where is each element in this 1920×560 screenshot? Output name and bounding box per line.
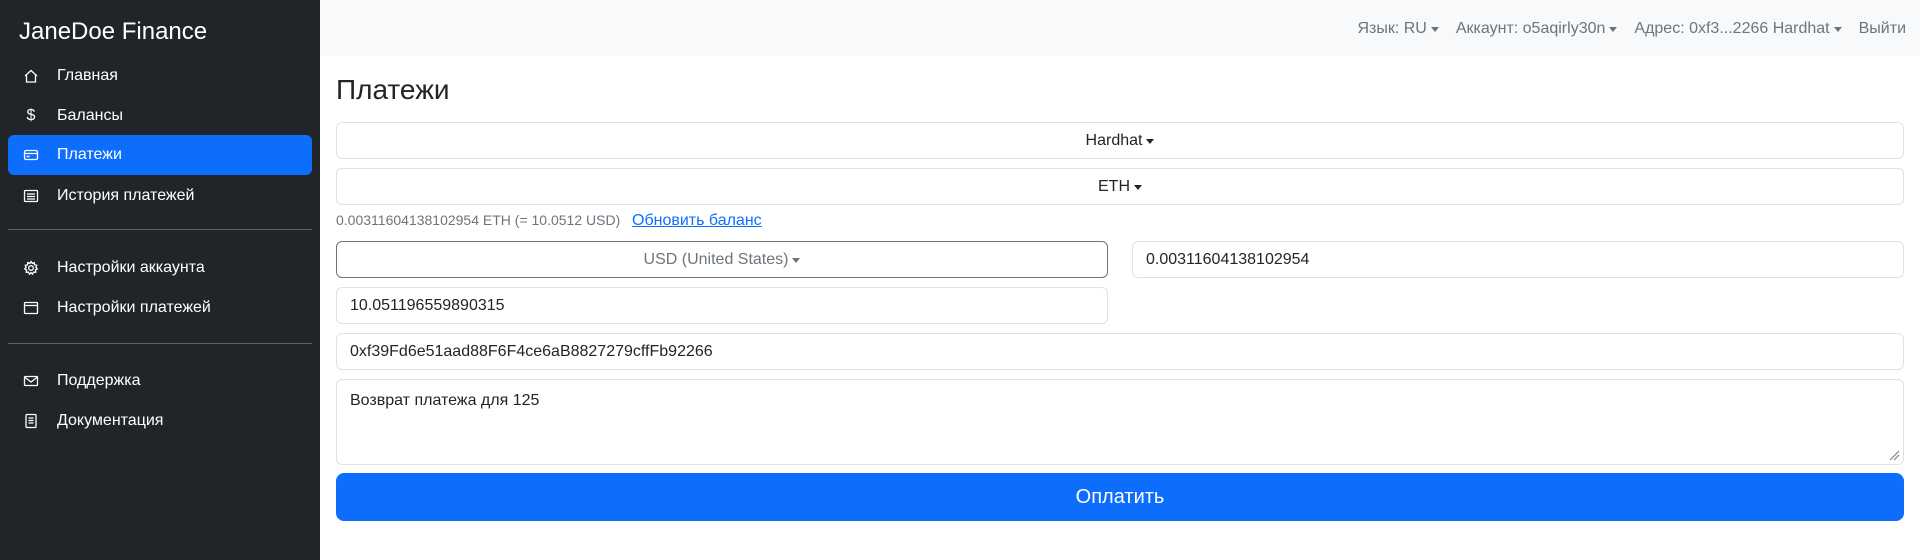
chevron-down-icon (792, 257, 801, 263)
fiat-amount-input[interactable]: 10.051196559890315 (336, 287, 1108, 324)
currency-select-value: USD (United States) (643, 250, 789, 268)
sidebar-item-payment-settings[interactable]: Настройки платежей (8, 288, 312, 328)
chevron-down-icon (1146, 138, 1155, 144)
sidebar-item-balances[interactable]: $ Балансы (8, 96, 312, 136)
top-menu: Язык: RU Аккаунт: o5aqirly30n Адрес: 0xf… (1357, 20, 1906, 38)
window-icon (22, 299, 40, 317)
sidebar: JaneDoe Finance Главная $ Балансы Платеж… (0, 0, 320, 560)
resize-handle-icon[interactable] (1888, 449, 1900, 461)
chevron-down-icon (1134, 184, 1142, 190)
sidebar-item-payments[interactable]: Платежи (8, 135, 312, 175)
sidebar-item-label: Балансы (57, 107, 123, 124)
token-select[interactable]: ETH (336, 168, 1904, 205)
fiat-amount-value: 10.051196559890315 (350, 296, 505, 314)
envelope-icon (22, 372, 40, 390)
page-title: Платежи (336, 74, 450, 105)
sidebar-item-support[interactable]: Поддержка (8, 361, 312, 401)
top-navbar: Язык: RU Аккаунт: o5aqirly30n Адрес: 0xf… (320, 0, 1920, 56)
list-icon (22, 187, 40, 205)
sidebar-item-label: Настройки аккаунта (57, 259, 205, 276)
balance-text: 0.00311604138102954 ETH (= 10.0512 USD) (336, 212, 621, 228)
recipient-address-input[interactable]: 0xf39Fd6e51aad88F6F4ce6aB8827279cffFb922… (336, 333, 1904, 370)
chevron-down-icon (1430, 27, 1439, 32)
gear-icon (22, 259, 40, 277)
sidebar-item-label: Документация (57, 412, 164, 429)
account-dropdown[interactable]: Аккаунт: o5aqirly30n (1456, 20, 1618, 38)
sidebar-item-account-settings[interactable]: Настройки аккаунта (8, 248, 312, 288)
network-select-value: Hardhat (1085, 131, 1143, 149)
document-icon (22, 412, 40, 430)
description-value: Возврат платежа для 125 (350, 392, 540, 409)
token-select-value: ETH (1098, 177, 1130, 195)
network-select[interactable]: Hardhat (336, 122, 1904, 159)
pay-button[interactable]: Оплатить (336, 473, 1904, 521)
language-label: Язык: RU (1357, 20, 1427, 37)
sidebar-item-label: Платежи (57, 146, 122, 163)
sidebar-item-label: Главная (57, 67, 118, 84)
address-label: Адрес: 0xf3...2266 Hardhat (1634, 20, 1830, 37)
sidebar-item-home[interactable]: Главная (8, 56, 312, 96)
sidebar-divider (8, 229, 312, 230)
sidebar-item-label: Настройки платежей (57, 299, 211, 316)
currency-select[interactable]: USD (United States) (336, 241, 1108, 278)
address-dropdown[interactable]: Адрес: 0xf3...2266 Hardhat (1634, 20, 1842, 38)
token-amount-value: 0.00311604138102954 (1146, 250, 1310, 268)
credit-card-icon (22, 146, 40, 164)
chevron-down-icon (1833, 27, 1842, 32)
language-dropdown[interactable]: Язык: RU (1357, 20, 1439, 38)
sidebar-item-documentation[interactable]: Документация (8, 401, 312, 441)
token-amount-input[interactable]: 0.00311604138102954 (1132, 241, 1904, 278)
logout-link[interactable]: Выйти (1859, 20, 1906, 38)
brand-title[interactable]: JaneDoe Finance (19, 18, 207, 46)
recipient-address-value: 0xf39Fd6e51aad88F6F4ce6aB8827279cffFb922… (350, 342, 713, 360)
dollar-icon: $ (26, 107, 36, 124)
sidebar-item-label: История платежей (57, 187, 195, 204)
sidebar-divider (8, 343, 312, 344)
chevron-down-icon (1609, 27, 1618, 32)
account-label: Аккаунт: o5aqirly30n (1455, 20, 1606, 37)
sidebar-item-label: Поддержка (57, 372, 141, 389)
description-textarea[interactable]: Возврат платежа для 125 (336, 379, 1904, 465)
sidebar-item-payment-history[interactable]: История платежей (8, 176, 312, 216)
home-icon (22, 67, 40, 85)
refresh-balance-link[interactable]: Обновить баланс (632, 212, 762, 230)
